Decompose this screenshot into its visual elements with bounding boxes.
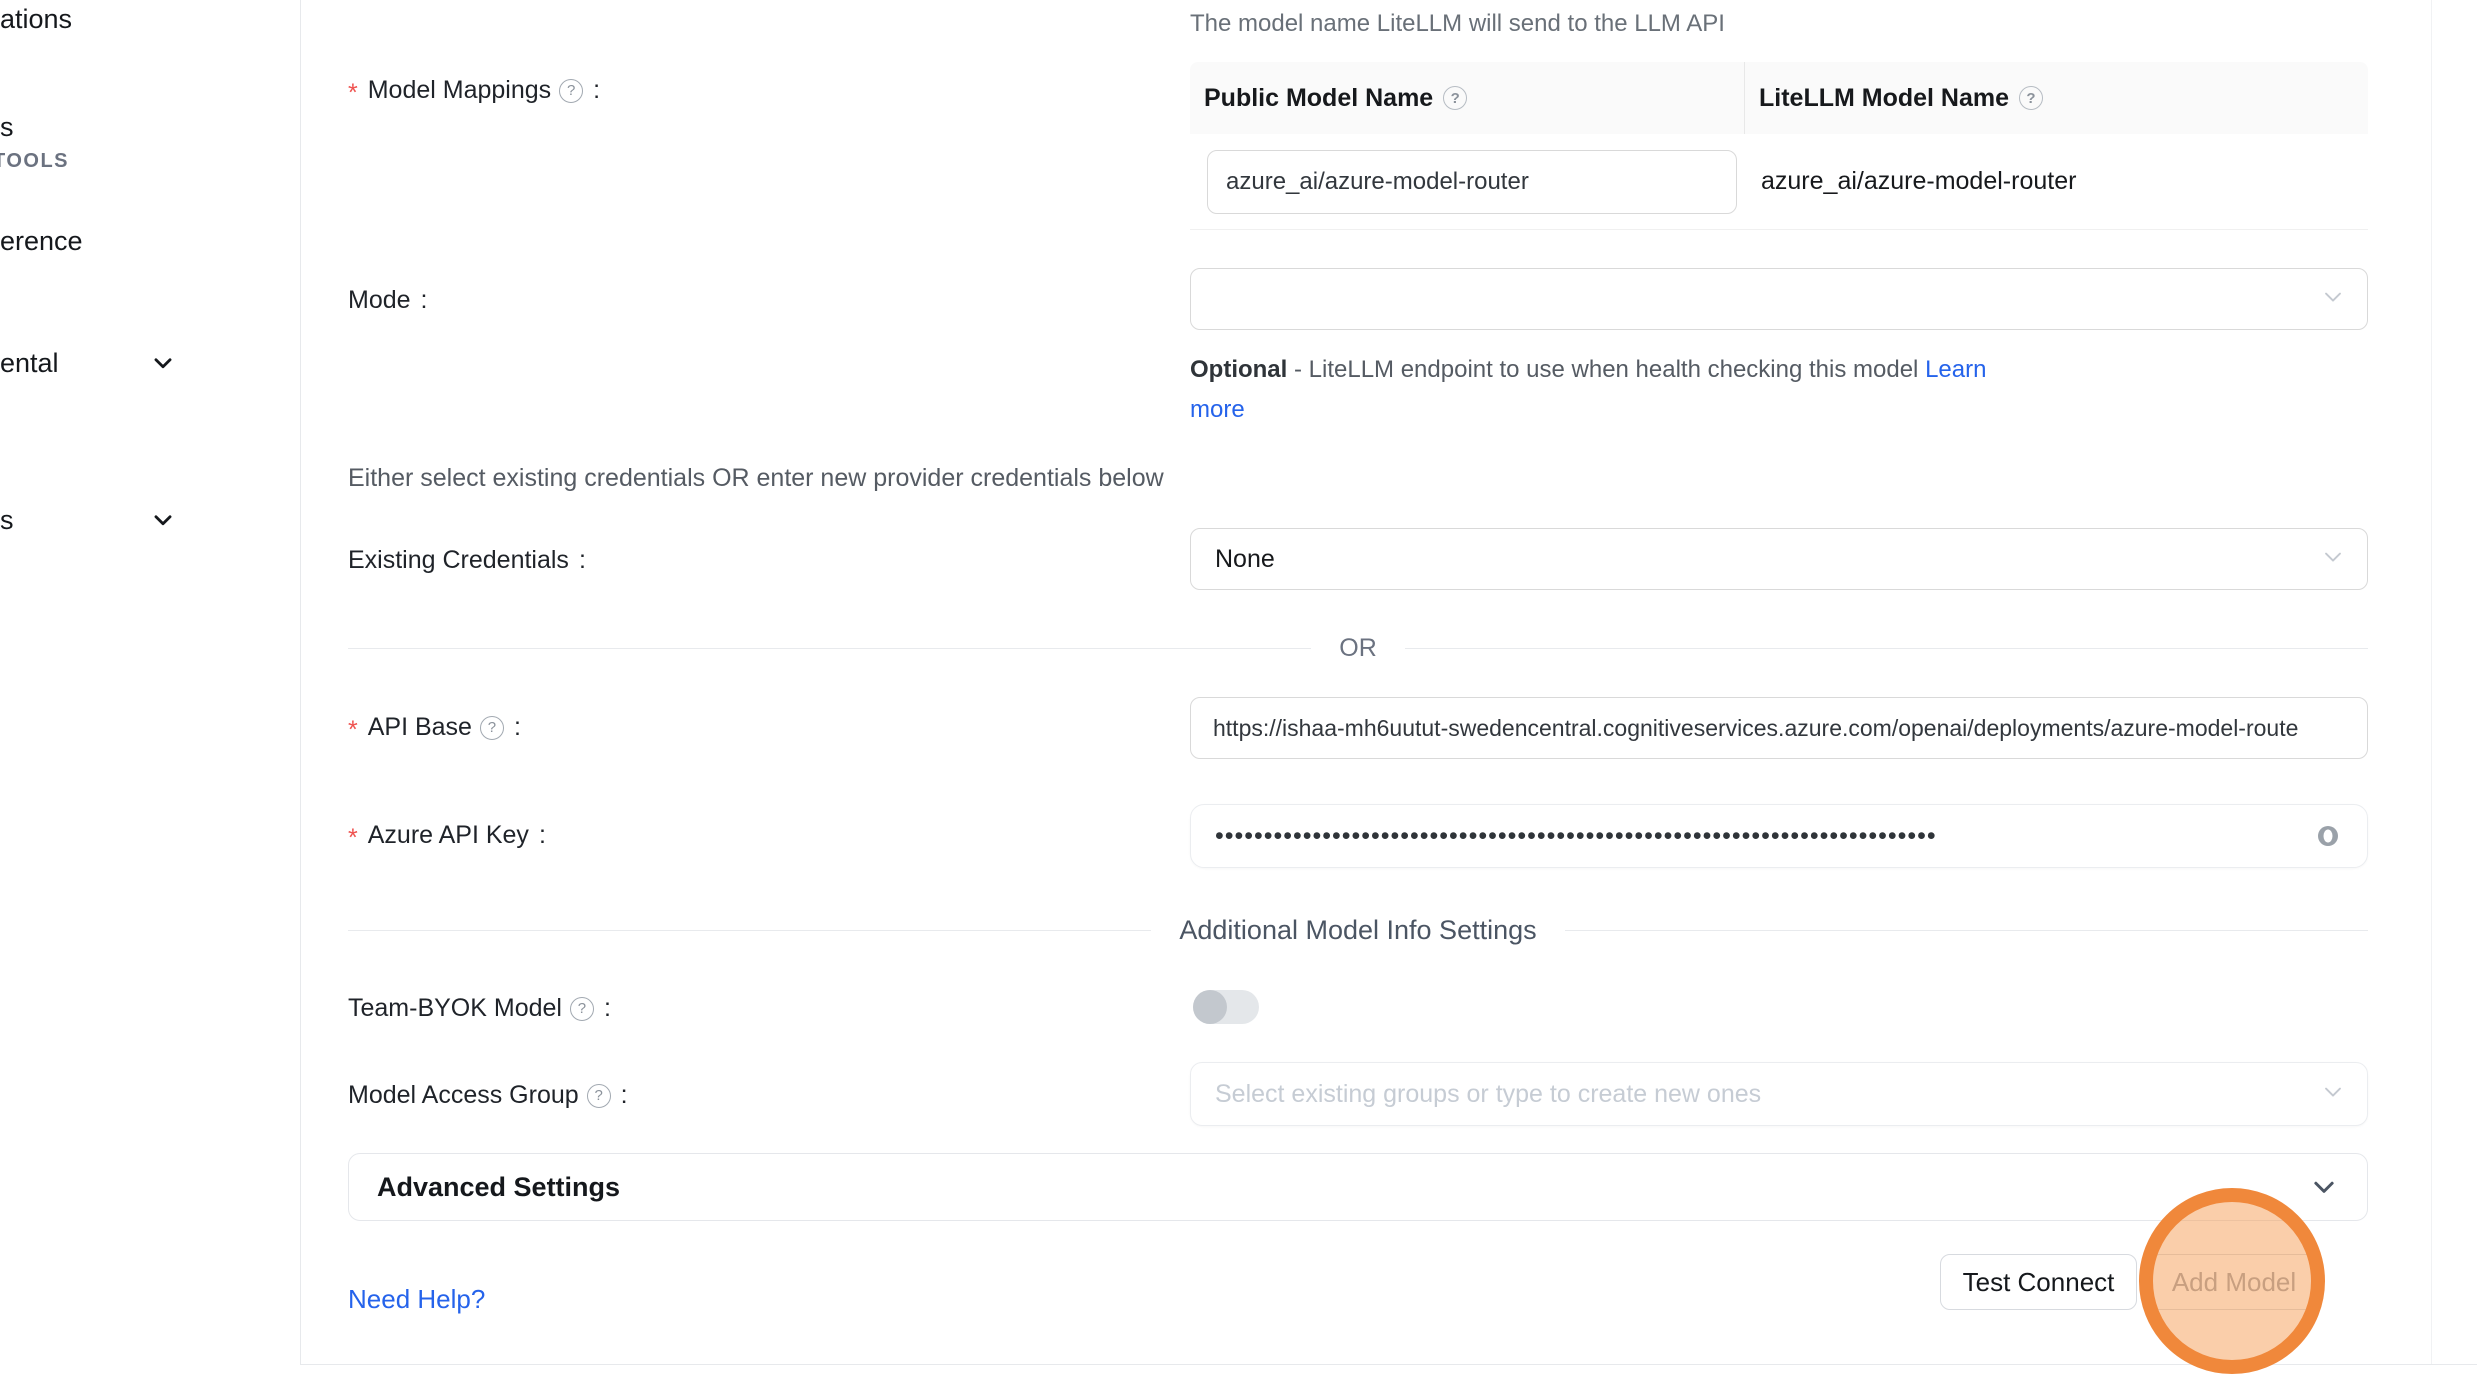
- label-text: API Base: [368, 713, 472, 742]
- toggle-knob: [1193, 990, 1227, 1024]
- table-row: azure_ai/azure-model-router: [1190, 134, 2368, 230]
- sidebar-item-truncated-3[interactable]: erence: [0, 226, 83, 257]
- help-glyph: ?: [488, 720, 496, 735]
- help-glyph: ?: [1451, 91, 1460, 106]
- divider-line: [1565, 930, 2368, 931]
- help-icon[interactable]: ?: [559, 79, 583, 103]
- sidebar-item-truncated-4[interactable]: ental: [0, 348, 59, 379]
- table-header-row: Public Model Name ? LiteLLM Model Name ?: [1190, 62, 2368, 134]
- sidebar-item-label: erence: [0, 226, 83, 256]
- section-divider-text: Additional Model Info Settings: [1151, 915, 1564, 946]
- azure-api-key-input[interactable]: ••••••••••••••••••••••••••••••••••••••••…: [1190, 804, 2368, 868]
- mode-help-text: Optional - LiteLLM endpoint to use when …: [1190, 350, 2030, 430]
- sidebar-item-label: s: [0, 505, 14, 535]
- or-text: OR: [1311, 634, 1405, 663]
- public-model-name-input[interactable]: [1207, 150, 1737, 214]
- label-text: Team-BYOK Model: [348, 994, 562, 1023]
- mode-select[interactable]: [1190, 268, 2368, 330]
- sidebar-item-label: ations: [0, 4, 72, 34]
- existing-credentials-select[interactable]: None: [1190, 528, 2368, 590]
- panel-right-border: [2431, 0, 2432, 1364]
- model-access-group-label: Model Access Group ? :: [348, 1081, 628, 1110]
- label-colon: :: [539, 821, 546, 850]
- or-divider: OR: [348, 630, 2368, 666]
- panel-bottom-border: [300, 1364, 2477, 1365]
- label-colon: :: [593, 76, 600, 105]
- label-text: Azure API Key: [368, 821, 529, 850]
- add-model-page: ations s TOOLS erence ental s The model …: [0, 0, 2477, 1385]
- masked-key-value: ••••••••••••••••••••••••••••••••••••••••…: [1191, 822, 2281, 851]
- divider-line: [348, 930, 1151, 931]
- required-mark: *: [348, 716, 358, 745]
- mode-label: Mode :: [348, 286, 428, 315]
- sidebar-item-label: ental: [0, 348, 59, 378]
- model-access-group-placeholder: Select existing groups or type to create…: [1191, 1080, 1761, 1109]
- help-icon[interactable]: ?: [2019, 86, 2043, 110]
- sidebar-section-label: TOOLS: [0, 150, 69, 172]
- column-header-label: LiteLLM Model Name: [1759, 84, 2009, 113]
- api-base-label: * API Base ? :: [348, 713, 521, 742]
- sidebar-item-truncated-1[interactable]: ations: [0, 4, 72, 35]
- sidebar-section-tools: TOOLS: [0, 150, 69, 173]
- label-text: Mode: [348, 286, 411, 315]
- label-colon: :: [621, 1081, 628, 1110]
- help-icon[interactable]: ?: [1443, 86, 1467, 110]
- sidebar-item-truncated-5[interactable]: s: [0, 505, 14, 536]
- column-header-label: Public Model Name: [1204, 84, 1433, 113]
- divider-line: [1405, 648, 2368, 649]
- label-colon: :: [421, 286, 428, 315]
- divider-line: [348, 648, 1311, 649]
- label-colon: :: [579, 546, 586, 575]
- chevron-down-icon: [2319, 543, 2347, 576]
- help-glyph: ?: [2026, 91, 2035, 106]
- existing-credentials-label: Existing Credentials :: [348, 546, 586, 575]
- chevron-down-icon: [2309, 1172, 2339, 1202]
- help-icon[interactable]: ?: [570, 997, 594, 1021]
- azure-api-key-label: * Azure API Key :: [348, 821, 546, 850]
- label-colon: :: [514, 713, 521, 742]
- model-name-hint: The model name LiteLLM will send to the …: [1190, 10, 1725, 38]
- chevron-down-icon: [2319, 1078, 2347, 1111]
- model-mappings-table: Public Model Name ? LiteLLM Model Name ?…: [1190, 62, 2368, 230]
- public-model-name-cell: [1190, 134, 1745, 229]
- required-mark: *: [348, 79, 358, 108]
- required-mark: *: [348, 824, 358, 853]
- additional-settings-divider: Additional Model Info Settings: [348, 912, 2368, 948]
- sidebar: ations s TOOLS erence ental s: [0, 0, 185, 1385]
- add-model-button[interactable]: Add Model: [2150, 1254, 2318, 1310]
- help-icon[interactable]: ?: [480, 716, 504, 740]
- team-byok-label: Team-BYOK Model ? :: [348, 994, 611, 1023]
- existing-credentials-value: None: [1191, 545, 1275, 574]
- help-body: - LiteLLM endpoint to use when health ch…: [1287, 356, 1925, 383]
- help-glyph: ?: [567, 83, 575, 98]
- panel-left-border: [300, 0, 301, 1364]
- help-icon[interactable]: ?: [587, 1084, 611, 1108]
- litellm-model-name-value: azure_ai/azure-model-router: [1761, 167, 2076, 196]
- chevron-down-icon[interactable]: [150, 507, 176, 538]
- label-text: Existing Credentials: [348, 546, 569, 575]
- column-header-litellm-model-name: LiteLLM Model Name ?: [1745, 62, 2368, 134]
- help-glyph: ?: [578, 1001, 586, 1016]
- label-colon: :: [604, 994, 611, 1023]
- test-connect-button[interactable]: Test Connect: [1940, 1254, 2137, 1310]
- api-base-input[interactable]: [1190, 697, 2368, 759]
- help-glyph: ?: [595, 1088, 603, 1103]
- sidebar-item-label: s: [0, 112, 14, 142]
- label-text: Model Access Group: [348, 1081, 579, 1110]
- team-byok-toggle[interactable]: [1193, 990, 1259, 1024]
- eye-icon[interactable]: [2311, 823, 2345, 849]
- help-prefix: Optional: [1190, 356, 1287, 383]
- sidebar-item-truncated-2[interactable]: s: [0, 112, 14, 143]
- credentials-note: Either select existing credentials OR en…: [348, 464, 1164, 493]
- need-help-link[interactable]: Need Help?: [348, 1284, 485, 1315]
- model-access-group-select[interactable]: Select existing groups or type to create…: [1190, 1062, 2368, 1126]
- litellm-model-name-cell: azure_ai/azure-model-router: [1745, 134, 2368, 229]
- label-text: Model Mappings: [368, 76, 551, 105]
- model-mappings-label: * Model Mappings ? :: [348, 76, 600, 105]
- advanced-settings-panel[interactable]: Advanced Settings: [348, 1153, 2368, 1221]
- chevron-down-icon: [2319, 283, 2347, 316]
- advanced-settings-title: Advanced Settings: [377, 1172, 620, 1203]
- chevron-down-icon[interactable]: [150, 350, 176, 381]
- column-header-public-model-name: Public Model Name ?: [1190, 62, 1745, 134]
